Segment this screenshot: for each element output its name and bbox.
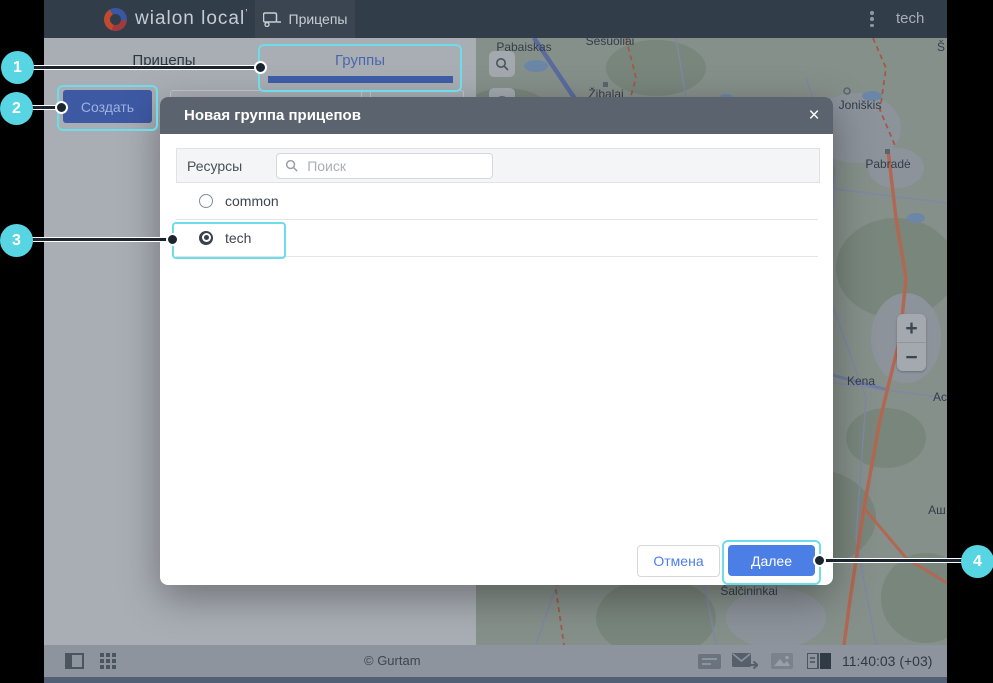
copyright: © Gurtam bbox=[364, 653, 421, 668]
image-icon[interactable] bbox=[771, 653, 793, 669]
radio-selected-icon[interactable] bbox=[199, 230, 213, 245]
create-button[interactable]: Создать bbox=[63, 90, 152, 123]
connector-line-1 bbox=[32, 65, 260, 70]
search-icon bbox=[496, 58, 509, 71]
user-name[interactable]: tech bbox=[896, 10, 924, 27]
step-badge-2: 2 bbox=[0, 92, 33, 125]
zoom-out-button[interactable]: − bbox=[897, 342, 926, 371]
map-place-label: Pabradė bbox=[865, 157, 911, 171]
trailer-icon bbox=[262, 11, 281, 27]
bottom-strip bbox=[44, 677, 947, 683]
map-place-label: Šešuoliai bbox=[585, 38, 635, 48]
map-place-label: Šalčininkai bbox=[720, 584, 778, 598]
search-icon bbox=[286, 159, 298, 172]
logo-text: wialon localʼ bbox=[135, 8, 249, 29]
close-icon[interactable]: × bbox=[801, 103, 827, 129]
notes-icon[interactable] bbox=[698, 654, 721, 669]
resources-label: Ресурсы bbox=[187, 157, 243, 174]
next-button[interactable]: Далее bbox=[728, 545, 815, 576]
new-trailer-group-dialog: Новая группа прицепов × Ресурсы common t… bbox=[160, 97, 833, 585]
mail-icon[interactable] bbox=[732, 653, 758, 670]
top-bar: wialon localʼ Прицепы tech bbox=[44, 0, 947, 39]
search-input[interactable] bbox=[305, 156, 470, 175]
resource-option-row[interactable]: tech bbox=[176, 219, 818, 257]
radio-unselected-icon[interactable] bbox=[199, 193, 213, 208]
resource-option-label: common bbox=[225, 192, 279, 209]
status-bar: © Gurtam 11:40:03 (+03) bbox=[44, 645, 947, 677]
connector-dot-1 bbox=[254, 61, 267, 74]
tab-groups[interactable]: Группы bbox=[260, 52, 460, 69]
map-search-button[interactable] bbox=[489, 51, 515, 77]
layout-icon[interactable] bbox=[807, 653, 831, 669]
step-badge-3: 3 bbox=[0, 224, 33, 257]
wialon-logo-icon bbox=[104, 7, 127, 31]
step-badge-4: 4 bbox=[961, 545, 993, 578]
map-place-label: Аш bbox=[928, 503, 946, 517]
cancel-button[interactable]: Отмена bbox=[637, 545, 720, 577]
tab-groups-active-underline bbox=[268, 76, 453, 83]
resource-option-row[interactable]: common bbox=[176, 182, 818, 220]
connector-dot-4 bbox=[813, 554, 826, 567]
connector-line-3 bbox=[30, 237, 171, 242]
top-menu-label: Прицепы bbox=[288, 11, 348, 27]
resources-bar: Ресурсы bbox=[176, 148, 820, 183]
map-place-label: Joniškis bbox=[838, 98, 882, 112]
wialon-logo: wialon localʼ bbox=[104, 7, 249, 31]
step-badge-1: 1 bbox=[1, 51, 34, 84]
wialon-app: wialon localʼ Прицепы tech Прицепы Групп… bbox=[0, 0, 993, 683]
resource-search[interactable] bbox=[276, 152, 494, 179]
dialog-title: Новая группа прицепов bbox=[184, 107, 361, 124]
kebab-menu-icon[interactable] bbox=[870, 11, 874, 27]
top-menu-trailers[interactable]: Прицепы bbox=[255, 0, 355, 38]
connector-line-4 bbox=[820, 558, 962, 563]
map-place-label: Kena bbox=[846, 374, 876, 388]
connector-dot-2 bbox=[55, 101, 68, 114]
resource-option-label: tech bbox=[225, 229, 252, 246]
connector-dot-3 bbox=[166, 233, 179, 246]
map-place-label: Ac bbox=[932, 390, 947, 404]
clock: 11:40:03 (+03) bbox=[842, 653, 933, 669]
map-place-label: Š bbox=[936, 40, 946, 54]
sidebar-toggle-icon[interactable] bbox=[65, 653, 84, 669]
zoom-in-button[interactable]: + bbox=[897, 314, 926, 342]
map-zoom-control: + − bbox=[897, 314, 926, 371]
apps-grid-icon[interactable] bbox=[100, 653, 116, 669]
